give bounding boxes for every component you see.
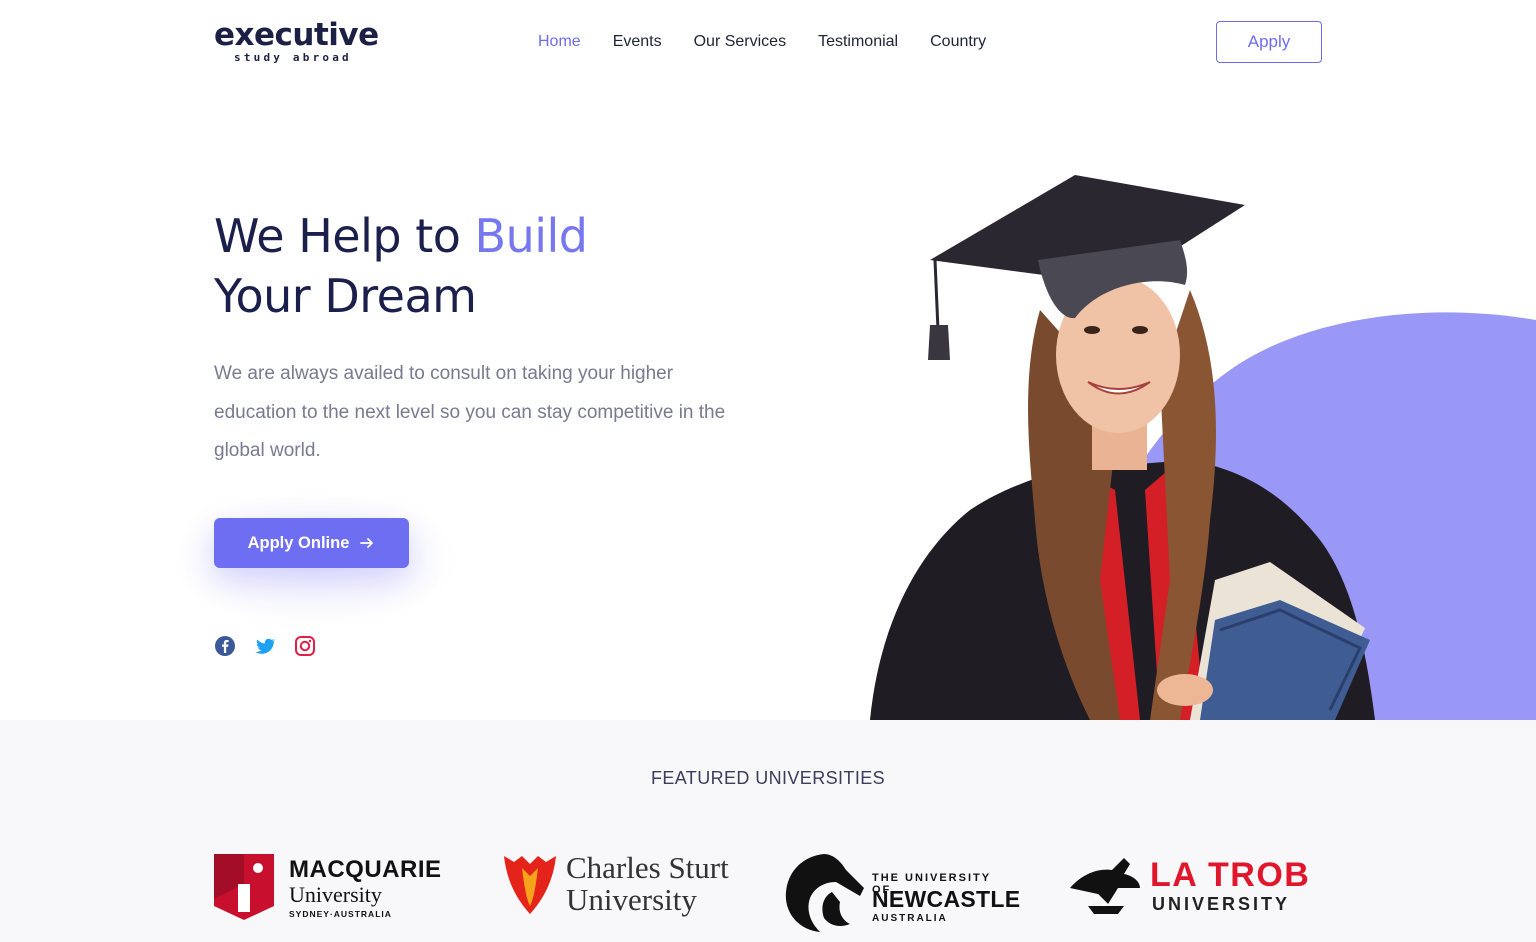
university-logo-charles-sturt[interactable]: Charles Sturt University: [500, 850, 760, 920]
twitter-icon[interactable]: [254, 635, 276, 657]
instagram-icon[interactable]: [294, 635, 316, 657]
hero-graduate-illustration: [870, 175, 1536, 720]
charles-sturt-line2: University: [566, 882, 697, 917]
nav-item-testimonial[interactable]: Testimonial: [818, 30, 898, 54]
arrow-right-icon: [360, 538, 374, 548]
nav-item-country[interactable]: Country: [930, 30, 986, 54]
newcastle-line2: NEWCASTLE: [872, 886, 1021, 912]
macquarie-line2: University: [289, 882, 382, 907]
nav-item-our-services[interactable]: Our Services: [694, 30, 786, 54]
apply-button[interactable]: Apply: [1216, 21, 1322, 63]
hero-title: We Help to Build Your Dream: [214, 206, 588, 326]
hero-title-line2: Your Dream: [214, 269, 477, 323]
social-links: [214, 635, 316, 657]
la-trobe-line1: LA TROB: [1150, 856, 1311, 894]
la-trobe-line2: UNIVERSITY: [1152, 894, 1291, 914]
newcastle-seahorse-icon: [785, 854, 864, 932]
charles-sturt-emblem-icon: [504, 856, 556, 914]
brand-tagline: study abroad: [234, 51, 352, 64]
hero-description: We are always availed to consult on taki…: [214, 363, 726, 461]
apply-online-button[interactable]: Apply Online: [214, 518, 409, 568]
charles-sturt-line1: Charles Sturt: [566, 850, 729, 885]
nav-item-events[interactable]: Events: [613, 30, 662, 54]
brand-logo[interactable]: executive study abroad: [214, 16, 379, 68]
macquarie-crest-icon: [214, 854, 274, 920]
macquarie-line3: SYDNEY·AUSTRALIA: [289, 909, 392, 919]
apply-online-label: Apply Online: [247, 533, 350, 552]
facebook-icon[interactable]: [214, 635, 236, 657]
hero-title-accent: Build: [474, 209, 588, 263]
site-header: executive study abroad Home Events Our S…: [0, 0, 1536, 86]
la-trobe-eagle-icon: [1070, 858, 1140, 914]
featured-title: FEATURED UNIVERSITIES: [650, 768, 886, 788]
university-logo-macquarie[interactable]: MACQUARIE University SYDNEY·AUSTRALIA: [214, 854, 444, 920]
university-logo-newcastle[interactable]: THE UNIVERSITY OF NEWCASTLE AUSTRALIA: [784, 852, 1020, 936]
newcastle-line3: AUSTRALIA: [872, 913, 948, 924]
macquarie-line1: MACQUARIE: [289, 856, 442, 883]
main-nav: Home Events Our Services Testimonial Cou…: [538, 30, 986, 54]
university-logo-la-trobe[interactable]: LA TROB UNIVERSITY: [1068, 854, 1328, 924]
featured-universities-section: FEATURED UNIVERSITIES MACQUARIE Universi…: [0, 720, 1536, 942]
nav-item-home[interactable]: Home: [538, 30, 581, 54]
hero-title-part1: We Help to: [214, 209, 475, 263]
brand-name: executive: [214, 17, 379, 53]
